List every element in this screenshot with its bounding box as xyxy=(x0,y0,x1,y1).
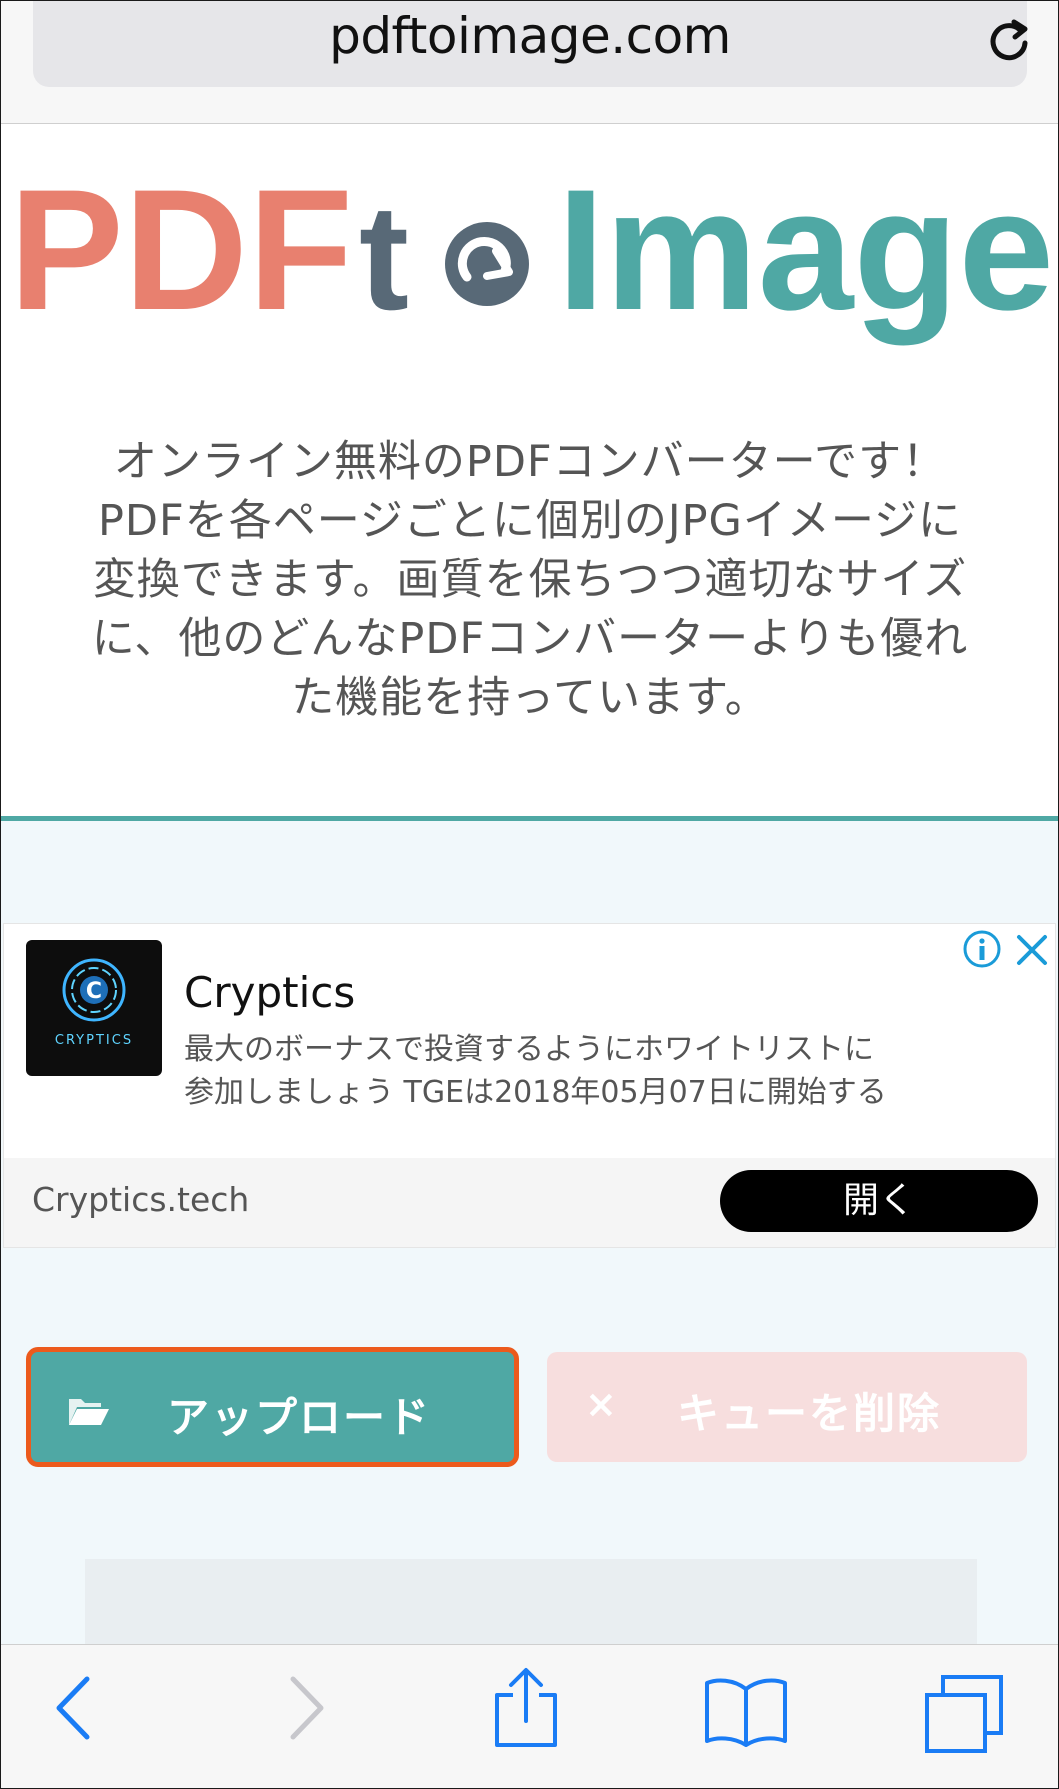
upload-button-label: アップロード xyxy=(167,1393,432,1442)
share-icon[interactable] xyxy=(491,1667,561,1749)
close-icon: × xyxy=(585,1382,617,1426)
ad-logo[interactable]: C CRYPTICS xyxy=(26,940,162,1076)
intro-line: PDFを各ページごとに個別のJPGイメージに xyxy=(98,496,962,546)
svg-text:C: C xyxy=(86,979,102,1004)
intro-text: オンライン無料のPDFコンバーターです！ PDFを各ページごとに個別のJPGイメ… xyxy=(27,433,1033,728)
site-logo[interactable]: PDF t Image xyxy=(9,179,1058,369)
address-bar[interactable]: pdftoimage.com xyxy=(33,1,1028,87)
file-queue-area[interactable] xyxy=(85,1559,977,1645)
logo-to-text: t xyxy=(359,179,409,341)
logo-image-text: Image xyxy=(557,179,1054,346)
ad-footer: Cryptics.tech 開く xyxy=(4,1158,1055,1247)
info-icon[interactable] xyxy=(962,929,1002,969)
browser-window: pdftoimage.com PDF t Image オンライン無料のPDFコン… xyxy=(0,0,1059,1789)
logo-arrow-circle-icon xyxy=(445,222,529,306)
url-text[interactable]: pdftoimage.com xyxy=(33,7,1027,65)
close-icon[interactable] xyxy=(1014,932,1050,968)
logo-pdf-text: PDF xyxy=(9,179,353,346)
intro-line: オンライン無料のPDFコンバーターです！ xyxy=(113,437,947,487)
ad-title[interactable]: Cryptics xyxy=(184,968,355,1017)
ad-description-line: 最大のボーナスで投資するようにホワイトリストに xyxy=(184,1032,874,1067)
intro-line: に、他のどんなPDFコンバーターよりも優れ xyxy=(91,614,969,664)
ad-open-button[interactable]: 開く xyxy=(720,1170,1038,1232)
ad-description-line: 参加しましょう TGEは2018年05月07日に開始する xyxy=(184,1075,887,1110)
forward-icon[interactable] xyxy=(285,1673,329,1743)
folder-open-icon xyxy=(69,1399,109,1425)
back-icon[interactable] xyxy=(51,1673,95,1743)
ad-logo-text: CRYPTICS xyxy=(54,1033,134,1048)
browser-toolbar xyxy=(1,1644,1058,1788)
browser-top-bar: pdftoimage.com xyxy=(1,1,1058,124)
intro-line: 変換できます。画質を保ちつつ適切なサイズ xyxy=(92,555,968,605)
clear-queue-button-label: キューを削除 xyxy=(677,1389,942,1438)
intro-line: た機能を持っています。 xyxy=(291,673,769,723)
tabs-icon[interactable] xyxy=(921,1673,1007,1757)
bookmarks-icon[interactable] xyxy=(703,1675,789,1749)
cryptics-logo-icon: C xyxy=(62,958,126,1022)
reload-icon[interactable] xyxy=(981,13,1037,69)
ad-description[interactable]: 最大のボーナスで投資するようにホワイトリストに 参加しましょう TGEは2018… xyxy=(184,1028,964,1114)
ad-domain[interactable]: Cryptics.tech xyxy=(32,1180,249,1219)
advertisement[interactable]: C CRYPTICS Cryptics 最大のボーナスで投資するようにホワイトリ… xyxy=(3,923,1056,1248)
clear-queue-button[interactable]: × キューを削除 xyxy=(547,1352,1027,1462)
upload-button[interactable]: アップロード xyxy=(26,1347,519,1467)
